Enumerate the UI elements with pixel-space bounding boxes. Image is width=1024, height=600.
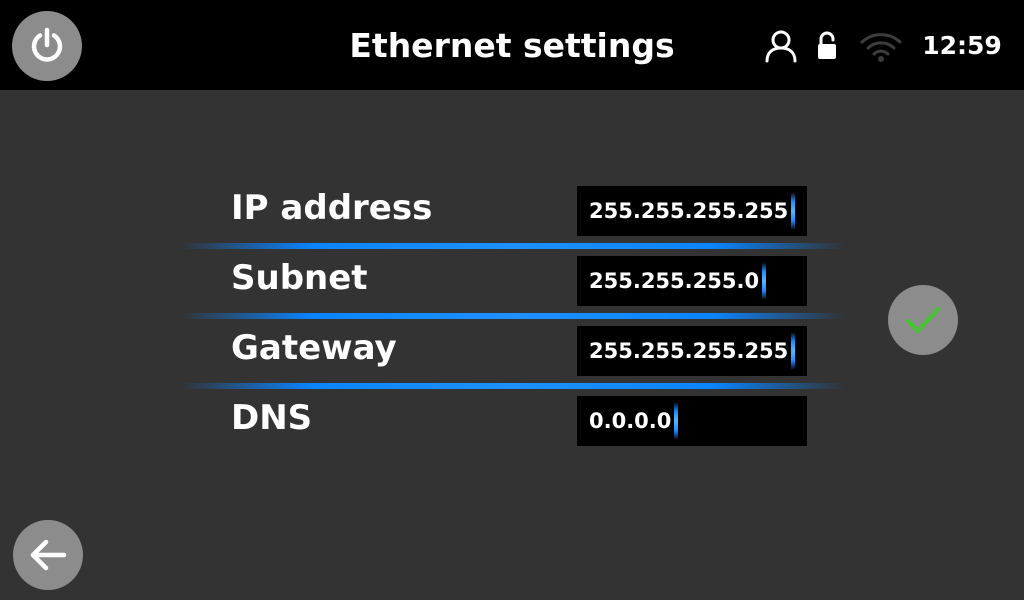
top-bar: Ethernet settings 12:59	[0, 0, 1024, 90]
dns-row: DNS 0.0.0.0	[180, 386, 845, 456]
confirm-button[interactable]	[888, 285, 958, 355]
subnet-label: Subnet	[231, 258, 368, 298]
page-title: Ethernet settings	[349, 26, 675, 65]
clock: 12:59	[922, 31, 1002, 60]
ip-address-label: IP address	[231, 188, 433, 228]
ip-address-input[interactable]: 255.255.255.255	[577, 186, 807, 236]
ip-address-value: 255.255.255.255	[589, 199, 789, 223]
subnet-value: 255.255.255.0	[589, 269, 760, 293]
text-caret	[674, 402, 679, 440]
subnet-input[interactable]: 255.255.255.0	[577, 256, 807, 306]
dns-input[interactable]: 0.0.0.0	[577, 396, 807, 446]
text-caret	[791, 192, 796, 230]
wifi-icon[interactable]	[858, 28, 904, 64]
checkmark-icon	[903, 300, 943, 340]
unlocked-icon[interactable]	[815, 30, 841, 62]
ip-address-row: IP address 255.255.255.255	[180, 176, 845, 249]
dns-value: 0.0.0.0	[589, 409, 672, 433]
gateway-input[interactable]: 255.255.255.255	[577, 326, 807, 376]
gateway-row: Gateway 255.255.255.255	[180, 316, 845, 389]
back-button[interactable]	[13, 520, 83, 590]
gateway-label: Gateway	[231, 328, 397, 368]
power-button[interactable]	[12, 11, 82, 81]
subnet-row: Subnet 255.255.255.0	[180, 246, 845, 319]
gateway-value: 255.255.255.255	[589, 339, 789, 363]
dns-label: DNS	[231, 398, 313, 438]
text-caret	[762, 262, 767, 300]
user-icon[interactable]	[763, 28, 799, 64]
power-icon	[25, 24, 69, 68]
back-arrow-icon	[26, 533, 70, 577]
text-caret	[791, 332, 796, 370]
